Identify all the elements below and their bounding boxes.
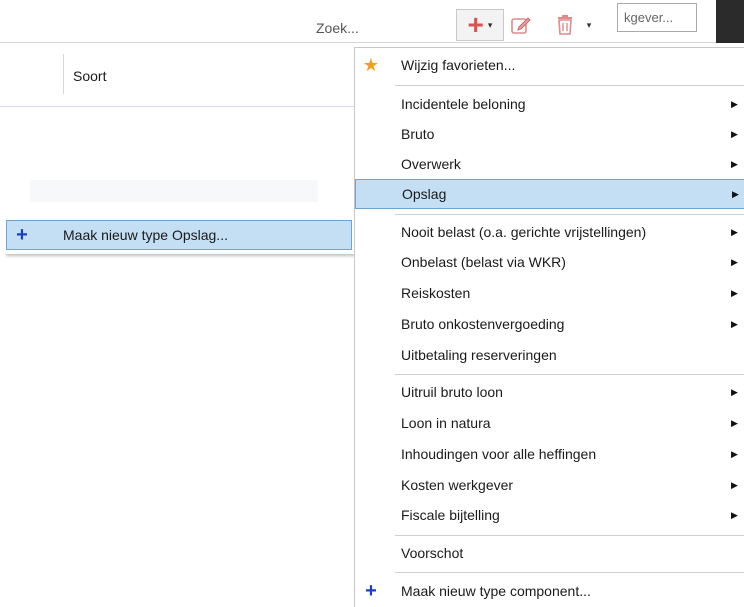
- menu-item-label: Onbelast (belast via WKR): [401, 254, 566, 270]
- menu-item-new-component[interactable]: + Maak nieuw type component...: [355, 576, 744, 606]
- menu-item-label: Uitruil bruto loon: [401, 384, 503, 400]
- chevron-right-icon: ▶: [731, 417, 738, 428]
- toolbar-edge: [716, 0, 744, 43]
- menu-item-reiskosten[interactable]: Reiskosten ▶: [355, 278, 744, 308]
- chevron-right-icon: ▶: [731, 318, 738, 329]
- column-header-soort[interactable]: Soort: [73, 68, 106, 84]
- menu-item-label: Overwerk: [401, 156, 461, 172]
- trash-icon: [558, 15, 572, 35]
- chevron-right-icon: ▶: [731, 448, 738, 459]
- menu-item-label: Bruto onkostenvergoeding: [401, 316, 565, 332]
- add-dropdown-button[interactable]: + ▾: [456, 9, 504, 41]
- menu-item-overwerk[interactable]: Overwerk ▶: [355, 149, 744, 179]
- menu-item-label: Fiscale bijtelling: [401, 507, 500, 523]
- edit-icon: [511, 17, 531, 34]
- submenu-opslag: + Maak nieuw type Opslag...: [4, 218, 354, 254]
- chevron-right-icon: ▶: [731, 287, 738, 298]
- menu-separator: [395, 85, 744, 86]
- chevron-right-icon: ▶: [731, 158, 738, 169]
- plus-icon: +: [16, 223, 28, 246]
- chevron-right-icon: ▶: [731, 479, 738, 490]
- menu-item-fiscale-bijtelling[interactable]: Fiscale bijtelling ▶: [355, 500, 744, 530]
- menu-item-opslag[interactable]: Opslag ▶: [355, 179, 744, 209]
- toolbar: Zoek... + ▾ ▾ kgever...: [0, 0, 744, 43]
- menu-item-inhoudingen[interactable]: Inhoudingen voor alle heffingen ▶: [355, 439, 744, 469]
- search-label[interactable]: Zoek...: [316, 20, 359, 36]
- plus-icon: +: [365, 579, 377, 602]
- star-icon: ★: [362, 54, 380, 75]
- menu-item-nooit-belast[interactable]: Nooit belast (o.a. gerichte vrijstelling…: [355, 217, 744, 247]
- more-options-button[interactable]: ▾: [582, 9, 596, 41]
- menu-item-label: Uitbetaling reserveringen: [401, 347, 557, 363]
- grid-header: [0, 44, 354, 107]
- menu-item-label: Bruto: [401, 126, 435, 142]
- menu-item-label: Maak nieuw type component...: [401, 583, 591, 599]
- menu-item-label: Opslag: [402, 186, 447, 202]
- chevron-down-icon: ▾: [487, 19, 493, 30]
- menu-item-uitbetaling-reserveringen[interactable]: Uitbetaling reserveringen: [355, 340, 744, 370]
- menu-item-incidentele-beloning[interactable]: Incidentele beloning ▶: [355, 89, 744, 119]
- component-menu: ★ Wijzig favorieten... Incidentele belon…: [354, 47, 744, 607]
- menu-item-label: Inhoudingen voor alle heffingen: [401, 446, 597, 462]
- menu-separator: [395, 214, 744, 215]
- menu-item-uitruil-bruto-loon[interactable]: Uitruil bruto loon ▶: [355, 377, 744, 407]
- plus-icon: +: [467, 9, 484, 40]
- column-divider: [63, 54, 64, 94]
- new-opslag-type-item[interactable]: + Maak nieuw type Opslag...: [6, 220, 352, 250]
- menu-item-label: Maak nieuw type Opslag...: [63, 227, 228, 243]
- menu-item-label: Loon in natura: [401, 415, 491, 431]
- chevron-right-icon: ▶: [731, 509, 738, 520]
- chevron-right-icon: ▶: [732, 188, 739, 199]
- menu-separator: [395, 535, 744, 536]
- menu-item-label: Wijzig favorieten...: [401, 57, 516, 73]
- grid-row: [30, 180, 318, 202]
- chevron-right-icon: ▶: [731, 256, 738, 267]
- menu-item-label: Incidentele beloning: [401, 96, 526, 112]
- delete-button[interactable]: [550, 9, 580, 41]
- menu-item-favorites[interactable]: ★ Wijzig favorieten...: [355, 50, 744, 80]
- chevron-right-icon: ▶: [731, 386, 738, 397]
- menu-item-bruto-onkostenvergoeding[interactable]: Bruto onkostenvergoeding ▶: [355, 309, 744, 339]
- menu-item-label: Voorschot: [401, 545, 464, 561]
- menu-item-loon-in-natura[interactable]: Loon in natura ▶: [355, 408, 744, 438]
- chevron-right-icon: ▶: [731, 226, 738, 237]
- menu-item-kosten-werkgever[interactable]: Kosten werkgever ▶: [355, 470, 744, 500]
- chevron-right-icon: ▶: [731, 98, 738, 109]
- menu-item-onbelast[interactable]: Onbelast (belast via WKR) ▶: [355, 247, 744, 277]
- menu-separator: [395, 374, 744, 375]
- menu-item-bruto[interactable]: Bruto ▶: [355, 119, 744, 149]
- menu-item-label: Reiskosten: [401, 285, 471, 301]
- chevron-right-icon: ▶: [731, 128, 738, 139]
- menu-item-voorschot[interactable]: Voorschot: [355, 538, 744, 568]
- employer-search-input[interactable]: kgever...: [617, 3, 697, 32]
- chevron-down-icon: ▾: [586, 19, 592, 30]
- menu-item-label: Nooit belast (o.a. gerichte vrijstelling…: [401, 224, 647, 240]
- menu-item-label: Kosten werkgever: [401, 477, 514, 493]
- edit-button[interactable]: [506, 9, 536, 41]
- menu-separator: [395, 572, 744, 573]
